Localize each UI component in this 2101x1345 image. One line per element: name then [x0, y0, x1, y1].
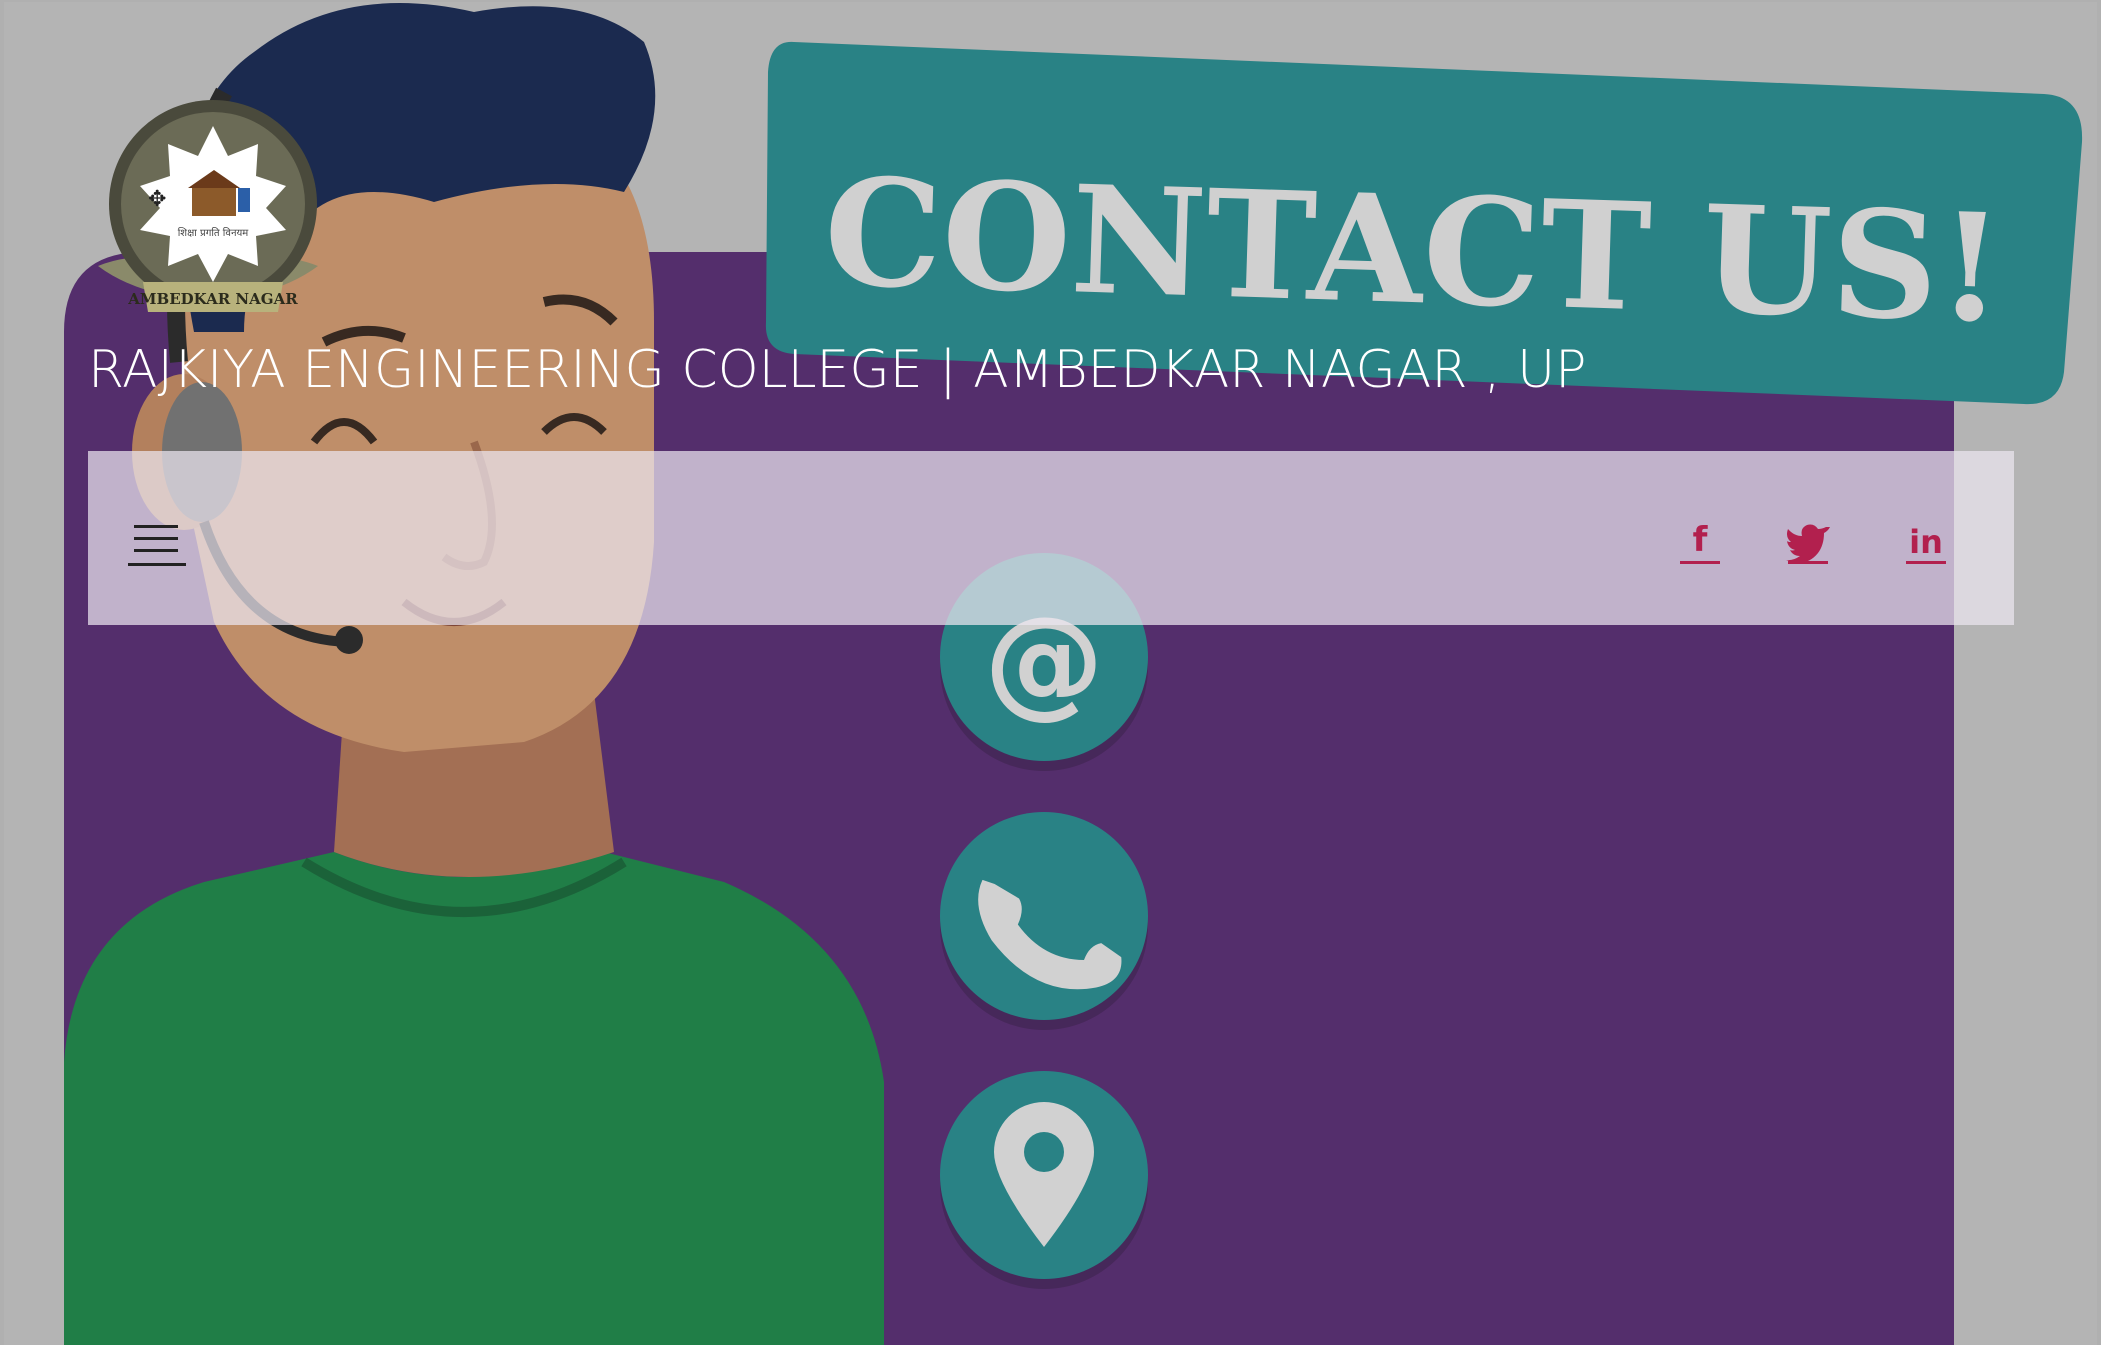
linkedin-icon[interactable]: in: [1896, 513, 1956, 569]
twitter-icon[interactable]: [1778, 513, 1838, 569]
college-logo[interactable]: शिक्षा प्रगति विनयम ✥ AMBEDKAR NAGAR: [88, 96, 328, 322]
svg-text:AMBEDKAR NAGAR: AMBEDKAR NAGAR: [127, 290, 298, 308]
svg-text:in: in: [1909, 523, 1943, 561]
svg-text:✥: ✥: [148, 187, 166, 212]
svg-text:शिक्षा प्रगति विनयम: शिक्षा प्रगति विनयम: [178, 227, 250, 239]
svg-text:f: f: [1693, 520, 1709, 560]
main-navbar: f in: [88, 451, 2014, 625]
site-title[interactable]: RAJKIYA ENGINEERING COLLEGE | AMBEDKAR N…: [88, 340, 1587, 400]
hamburger-icon[interactable]: [128, 519, 186, 569]
facebook-icon[interactable]: f: [1670, 513, 1730, 569]
